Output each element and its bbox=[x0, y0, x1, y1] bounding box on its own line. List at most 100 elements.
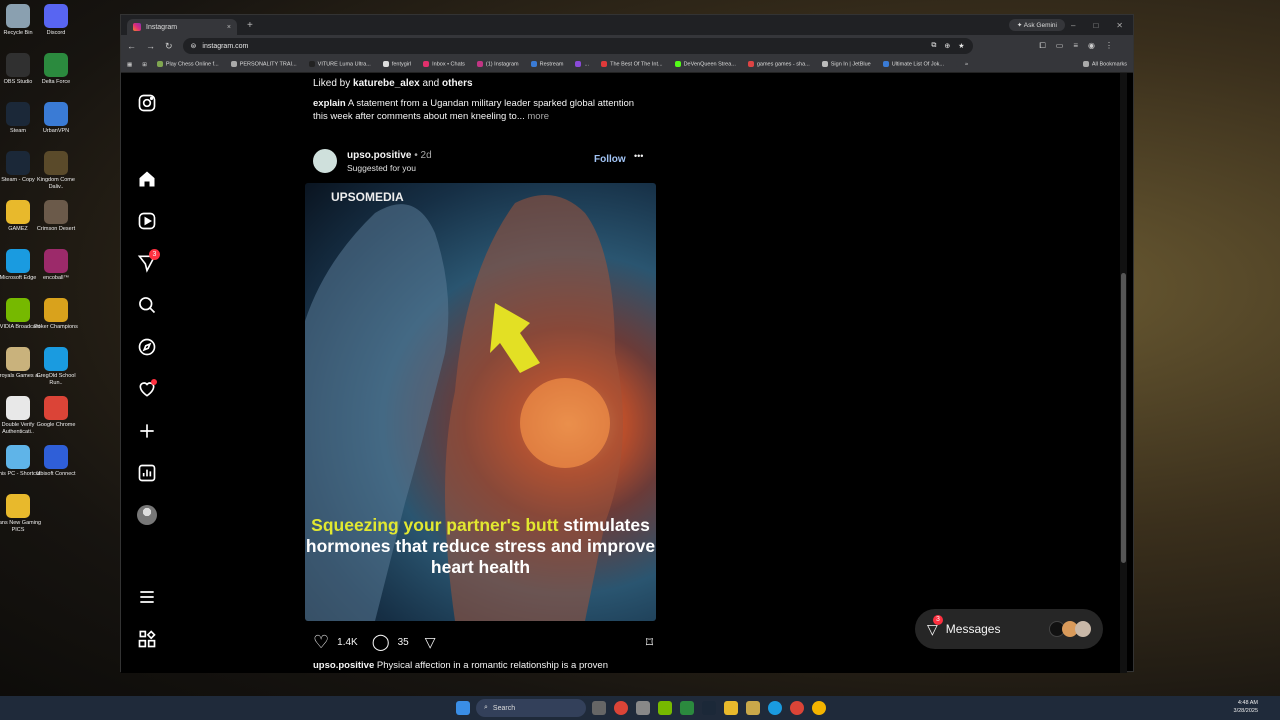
start-icon[interactable] bbox=[456, 701, 470, 715]
more-menu-icon[interactable] bbox=[137, 587, 157, 607]
home-icon[interactable] bbox=[137, 169, 157, 189]
desktop-icon[interactable]: UrbanVPN bbox=[32, 102, 80, 135]
bookmark-item[interactable]: » bbox=[955, 61, 968, 68]
desktop-icon[interactable]: Ubisoft Connect bbox=[32, 445, 80, 478]
bookmark-item[interactable]: DeVenQueen Strea... bbox=[674, 61, 736, 68]
notifications-heart-icon[interactable] bbox=[137, 379, 157, 399]
follow-button[interactable]: Follow bbox=[594, 153, 626, 166]
desktop-icon[interactable]: Google Chrome bbox=[32, 396, 80, 429]
profile-icon[interactable]: ◉ bbox=[1088, 41, 1095, 51]
desktop-icon[interactable]: Dans New Gaming PICS bbox=[0, 494, 42, 534]
ask-gemini-button[interactable]: ✦ Ask Gemini bbox=[1008, 19, 1065, 31]
messages-label: Messages bbox=[945, 622, 1001, 636]
liked-by-and: and bbox=[422, 78, 440, 89]
bookmark-item[interactable]: Ultimate List Of Jok... bbox=[882, 61, 944, 68]
extensions-icon[interactable]: ⧠ bbox=[1039, 41, 1045, 51]
forward-icon[interactable]: → bbox=[146, 41, 155, 51]
explore-icon[interactable] bbox=[137, 337, 157, 357]
bookmark-item[interactable]: Restream bbox=[530, 61, 563, 68]
clock[interactable]: 4:48 AM 3/28/2025 bbox=[1234, 699, 1258, 715]
nvidia-taskbar-icon[interactable] bbox=[658, 701, 672, 715]
zoom-icon[interactable]: ⊕ bbox=[944, 42, 950, 50]
tab-instagram[interactable]: Instagram × bbox=[127, 19, 237, 35]
site-info-icon[interactable]: ⊜ bbox=[191, 42, 197, 50]
url-bar[interactable]: ⊜ instagram.com ⧉ ⊕ ★ bbox=[182, 38, 973, 54]
settings-taskbar-icon[interactable] bbox=[636, 701, 650, 715]
taskbar: ⌕ Search 4:48 AM 3/28/2025 bbox=[0, 696, 1280, 720]
scrollbar-thumb[interactable] bbox=[1121, 273, 1126, 563]
post-username[interactable]: upso.positive bbox=[347, 150, 411, 161]
bookmark-label: All Bookmarks bbox=[1091, 61, 1127, 68]
maximize-icon[interactable]: □ bbox=[1093, 21, 1098, 30]
page-scrollbar[interactable] bbox=[1120, 73, 1127, 673]
browser-menu-icon[interactable]: ⋮ bbox=[1105, 41, 1113, 51]
desktop-app-icon bbox=[6, 298, 30, 322]
dashboard-icon[interactable] bbox=[137, 463, 157, 483]
bookmark-item[interactable]: (1) Instagram bbox=[476, 61, 519, 68]
desktop-icon[interactable]: Delta Force bbox=[32, 53, 80, 86]
desktop-app-icon bbox=[6, 396, 30, 420]
profile-avatar[interactable] bbox=[137, 505, 157, 525]
search-icon[interactable] bbox=[137, 295, 157, 315]
cast-icon[interactable]: ⧉ bbox=[931, 42, 936, 50]
desktop-icon[interactable]: GregOld School Run.. bbox=[32, 347, 80, 387]
post-avatar[interactable] bbox=[313, 149, 337, 173]
desktop-icon[interactable]: Crimson Desert bbox=[32, 200, 80, 233]
liked-by-user[interactable]: katurebe_alex bbox=[353, 78, 420, 89]
tab-close-icon[interactable]: × bbox=[227, 24, 231, 31]
bookmark-favicon-icon bbox=[476, 61, 483, 68]
menu-list-icon[interactable]: ≡ bbox=[1073, 41, 1078, 51]
desktop-icon[interactable]: Kingdom Come Daliv.. bbox=[32, 151, 80, 191]
instagram-logo-icon[interactable] bbox=[137, 93, 157, 113]
direct-messages-icon[interactable]: 3 bbox=[137, 249, 160, 273]
edge-taskbar-icon[interactable] bbox=[768, 701, 782, 715]
close-window-icon[interactable]: ✕ bbox=[1116, 21, 1123, 30]
post-caption-username[interactable]: upso.positive bbox=[313, 660, 374, 671]
more-link[interactable]: more bbox=[527, 111, 549, 122]
apps-icon[interactable]: ▦ bbox=[127, 62, 132, 68]
bookmark-item[interactable]: Sign In | JetBlue bbox=[821, 61, 871, 68]
sidepanel-icon[interactable]: ▭ bbox=[1056, 41, 1064, 51]
save-bookmark-icon[interactable]: ⌑ bbox=[646, 635, 653, 649]
bookmark-item[interactable]: All Bookmarks bbox=[1082, 61, 1127, 68]
desktop-app-icon bbox=[6, 347, 30, 371]
back-icon[interactable]: ← bbox=[127, 41, 136, 51]
caption-username[interactable]: explain bbox=[313, 98, 346, 109]
reload-icon[interactable]: ↻ bbox=[165, 41, 173, 52]
game-taskbar-icon[interactable] bbox=[680, 701, 694, 715]
file-explorer-icon[interactable] bbox=[724, 701, 738, 715]
bookmark-item[interactable]: ... bbox=[575, 61, 589, 68]
reels-icon[interactable] bbox=[137, 211, 157, 231]
taskbar-search[interactable]: ⌕ Search bbox=[476, 699, 586, 717]
messages-button[interactable]: ▽ 3 Messages bbox=[915, 609, 1103, 649]
post-image[interactable]: UPSOMEDIA Squeezing your partner's butt … bbox=[305, 183, 656, 621]
chrome-active-taskbar-icon[interactable] bbox=[812, 701, 826, 715]
comment-icon[interactable]: ◯ bbox=[372, 634, 390, 650]
bookmark-item[interactable]: Play Chess Online f... bbox=[156, 61, 219, 68]
bookmark-item[interactable]: The Best Of The Int... bbox=[601, 61, 663, 68]
store-taskbar-icon[interactable] bbox=[746, 701, 760, 715]
bookmark-label: VITURE Luma Ultra... bbox=[317, 61, 371, 68]
tab-search-icon[interactable]: ⊞ bbox=[142, 62, 147, 68]
bookmark-item[interactable]: games games - sha... bbox=[747, 61, 810, 68]
share-icon[interactable]: ▽ bbox=[425, 635, 436, 649]
post-options-icon[interactable]: ••• bbox=[634, 150, 643, 163]
desktop-icon[interactable]: Discord bbox=[32, 4, 80, 37]
bookmark-item[interactable]: PERSONALITY TRAI... bbox=[230, 61, 297, 68]
also-from-meta-icon[interactable] bbox=[137, 629, 157, 649]
bookmark-item[interactable]: VITURE Luma Ultra... bbox=[308, 61, 371, 68]
chrome-alt-taskbar-icon[interactable] bbox=[790, 701, 804, 715]
like-icon[interactable]: ♡ bbox=[313, 633, 329, 651]
desktop-icon[interactable]: encoball™ bbox=[32, 249, 80, 282]
create-plus-icon[interactable] bbox=[137, 421, 157, 441]
new-tab-button[interactable]: + bbox=[247, 20, 253, 31]
minimize-icon[interactable]: – bbox=[1071, 21, 1075, 30]
chrome-taskbar-icon[interactable] bbox=[614, 701, 628, 715]
task-view-icon[interactable] bbox=[592, 701, 606, 715]
bookmark-item[interactable]: fentygirl bbox=[382, 61, 411, 68]
liked-by-others[interactable]: others bbox=[442, 78, 473, 89]
bookmark-item[interactable]: Inbox • Chats bbox=[423, 61, 465, 68]
desktop-icon[interactable]: Poker Champions bbox=[32, 298, 80, 331]
steam-taskbar-icon[interactable] bbox=[702, 701, 716, 715]
bookmark-star-icon[interactable]: ★ bbox=[958, 42, 964, 50]
